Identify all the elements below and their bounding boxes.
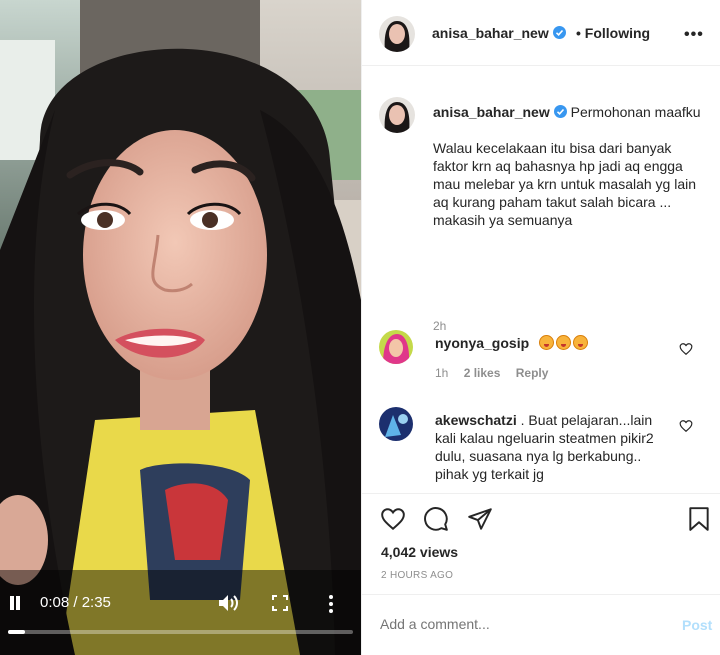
comment-likes[interactable]: 2 likes — [464, 366, 501, 380]
following-status[interactable]: • Following — [576, 25, 650, 41]
video-frame — [0, 0, 361, 655]
comments-list[interactable]: anisa_bahar_new Permohonan maafku Walau … — [362, 67, 720, 492]
add-comment-bar: Post — [362, 594, 720, 655]
caption-lead: Permohonan maafku — [570, 104, 701, 120]
comment-time: 1h — [435, 366, 449, 380]
volume-icon[interactable] — [217, 593, 239, 613]
heart-icon[interactable] — [679, 419, 693, 433]
action-bar: 4,042 views 2 HOURS AGO — [362, 493, 720, 593]
more-options-icon[interactable] — [327, 594, 335, 614]
bookmark-icon[interactable] — [686, 506, 712, 532]
verified-badge-icon — [553, 105, 567, 118]
video-progress-fill — [8, 630, 26, 634]
heart-icon[interactable] — [679, 342, 693, 356]
header-username[interactable]: anisa_bahar_new — [432, 25, 566, 41]
verified-badge-icon — [552, 26, 566, 39]
reply-button[interactable]: Reply — [516, 366, 549, 380]
video-player[interactable]: 0:08 / 2:35 — [0, 0, 361, 655]
like-heart-icon[interactable] — [380, 506, 406, 532]
video-time: 0:08 / 2:35 — [40, 594, 111, 611]
comment-emojis — [537, 335, 589, 351]
emoji-icon — [573, 335, 589, 350]
post-timestamp: 2 HOURS AGO — [381, 570, 454, 581]
avatar[interactable] — [379, 407, 413, 441]
video-progress-bar[interactable] — [8, 630, 353, 634]
emoji-icon — [539, 335, 555, 350]
post-button[interactable]: Post — [682, 617, 712, 633]
video-controls: 0:08 / 2:35 — [0, 586, 361, 628]
comment-input[interactable] — [380, 616, 630, 632]
post-header: anisa_bahar_new • Following ••• — [362, 0, 720, 66]
caption-username[interactable]: anisa_bahar_new — [433, 104, 550, 120]
avatar[interactable] — [379, 16, 415, 52]
pause-icon[interactable] — [8, 596, 22, 612]
comment-icon[interactable] — [423, 506, 449, 532]
avatar[interactable] — [379, 330, 413, 364]
caption-time: 2h — [433, 319, 447, 333]
fullscreen-icon[interactable] — [272, 595, 288, 611]
view-count[interactable]: 4,042 views — [381, 544, 458, 560]
share-icon[interactable] — [467, 506, 493, 532]
post-panel: anisa_bahar_new • Following ••• anisa_ba… — [361, 0, 720, 655]
comment-meta: 1h 2 likes Reply — [435, 366, 560, 380]
caption-body: Walau kecelakaan itu bisa dari banyak fa… — [433, 140, 697, 228]
comment-username[interactable]: nyonya_gosip — [435, 335, 529, 351]
avatar[interactable] — [379, 97, 415, 133]
emoji-icon — [556, 335, 572, 350]
more-icon[interactable]: ••• — [684, 26, 704, 44]
comment-username[interactable]: akewschatzi — [435, 412, 517, 428]
